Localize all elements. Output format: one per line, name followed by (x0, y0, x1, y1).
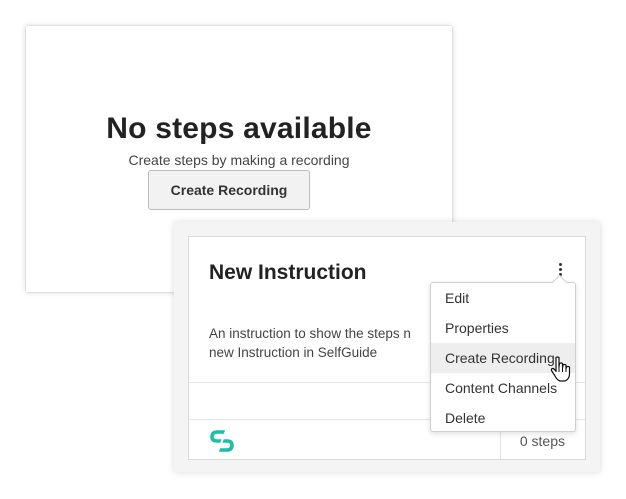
empty-state-subtitle: Create steps by making a recording (128, 152, 350, 168)
menu-item-delete[interactable]: Delete (431, 403, 575, 433)
instruction-description: An instruction to show the steps n new I… (209, 324, 449, 364)
hand-pointer-icon (550, 356, 571, 382)
menu-item-properties[interactable]: Properties (431, 313, 575, 343)
instruction-description-line-1: An instruction to show the steps n (209, 326, 411, 341)
menu-item-edit[interactable]: Edit (431, 283, 575, 313)
empty-state-title: No steps available (106, 112, 372, 145)
instruction-title: New Instruction (209, 261, 367, 284)
create-recording-button[interactable]: Create Recording (148, 170, 310, 210)
selfguide-logo-icon (210, 430, 234, 452)
instruction-description-line-2: new Instruction in SelfGuide (209, 345, 378, 360)
steps-count: 0 steps (519, 433, 565, 449)
